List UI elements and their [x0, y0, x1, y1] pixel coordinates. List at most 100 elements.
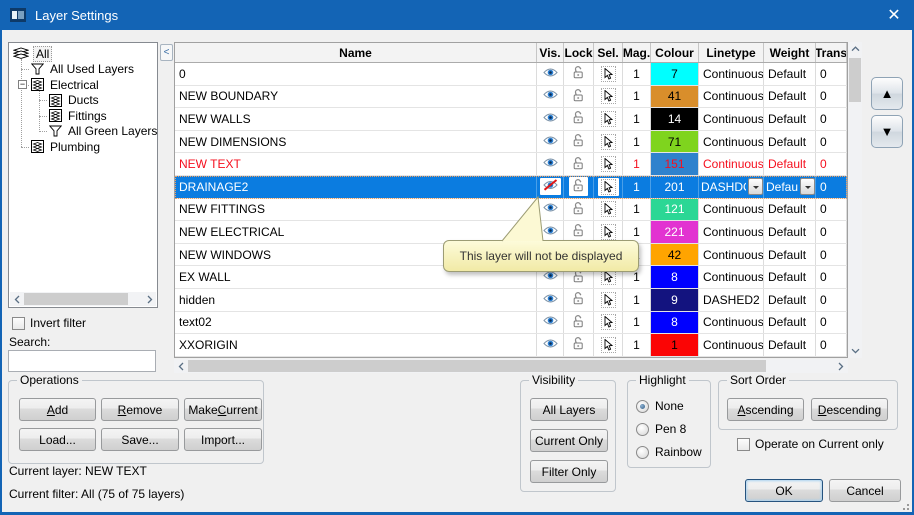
layer-name-cell[interactable]: NEW FITTINGS: [175, 199, 537, 221]
colour-swatch[interactable]: 42: [651, 244, 698, 266]
ok-button[interactable]: OK: [745, 479, 823, 502]
weight-cell[interactable]: Default: [764, 153, 816, 175]
visibility-cell[interactable]: [537, 63, 564, 85]
colour-swatch[interactable]: 8: [651, 312, 698, 334]
tree-expander-icon[interactable]: −: [18, 80, 27, 89]
cursor-icon[interactable]: [601, 111, 616, 127]
colour-cell[interactable]: 1: [651, 334, 699, 356]
selectable-cell[interactable]: [594, 312, 623, 334]
table-horizontal-scrollbar[interactable]: [174, 359, 848, 373]
column-header-name[interactable]: Name: [175, 43, 537, 62]
eye-icon[interactable]: [543, 315, 558, 329]
add-button[interactable]: Add: [19, 398, 96, 421]
layer-name-cell[interactable]: NEW WALLS: [175, 108, 537, 130]
radio-icon[interactable]: [636, 423, 649, 436]
colour-cell[interactable]: 42: [651, 244, 699, 266]
highlight-option-rainbow[interactable]: Rainbow: [636, 445, 702, 459]
table-header[interactable]: NameVis.LockSel.Mag.ColourLinetypeWeight…: [175, 43, 847, 63]
weight-cell[interactable]: Default: [764, 63, 816, 85]
scroll-left-icon[interactable]: [10, 292, 23, 306]
tree-item-ducts[interactable]: Ducts: [9, 93, 157, 109]
eye-icon[interactable]: [543, 293, 558, 307]
transparency-cell[interactable]: 0: [816, 131, 847, 153]
eye-icon[interactable]: [543, 157, 558, 171]
lock-open-icon[interactable]: [572, 201, 585, 218]
visibility-cell[interactable]: [537, 86, 564, 108]
linetype-cell[interactable]: Continuous: [699, 244, 764, 266]
magnitude-cell[interactable]: 1: [623, 108, 651, 130]
highlight-option-pen-8[interactable]: Pen 8: [636, 422, 702, 436]
layer-name-cell[interactable]: text02: [175, 312, 537, 334]
colour-swatch[interactable]: 151: [651, 153, 698, 175]
scrollbar-thumb[interactable]: [24, 293, 128, 305]
scrollbar-thumb[interactable]: [849, 58, 861, 102]
selectable-cell[interactable]: [594, 176, 623, 198]
column-header-trans[interactable]: Trans: [816, 43, 847, 62]
transparency-cell[interactable]: 0: [816, 221, 847, 243]
cursor-icon[interactable]: [601, 337, 616, 353]
visibility-cell[interactable]: [537, 334, 564, 356]
checkbox-icon[interactable]: [737, 438, 750, 451]
weight-dropdown-icon[interactable]: [800, 178, 815, 195]
lock-open-icon[interactable]: [572, 133, 585, 150]
transparency-cell[interactable]: 0: [816, 244, 847, 266]
transparency-cell[interactable]: 0: [816, 63, 847, 85]
column-header-sel[interactable]: Sel.: [594, 43, 623, 62]
eye-icon[interactable]: [543, 270, 558, 284]
colour-swatch[interactable]: 14: [651, 108, 698, 130]
magnitude-cell[interactable]: 1: [623, 153, 651, 175]
cursor-icon[interactable]: [601, 292, 616, 308]
weight-cell[interactable]: Default: [764, 289, 816, 311]
linetype-cell[interactable]: Continuous: [699, 86, 764, 108]
ascending-button[interactable]: Ascending: [727, 398, 804, 421]
eye-icon[interactable]: [543, 67, 558, 81]
colour-swatch[interactable]: 201: [651, 176, 698, 198]
transparency-cell[interactable]: 0: [816, 334, 847, 356]
transparency-cell[interactable]: 0: [816, 199, 847, 221]
tree-horizontal-scrollbar[interactable]: [10, 292, 156, 306]
visibility-cell[interactable]: [537, 153, 564, 175]
lock-open-icon[interactable]: [572, 110, 585, 127]
linetype-cell[interactable]: Continuous: [699, 131, 764, 153]
tree-item-all-green-layers[interactable]: All Green Layers: [9, 124, 157, 140]
column-header-mag[interactable]: Mag.: [623, 43, 651, 62]
linetype-cell[interactable]: Continuous: [699, 63, 764, 85]
colour-swatch[interactable]: 8: [651, 266, 698, 288]
lock-cell[interactable]: [564, 63, 594, 85]
eye-icon[interactable]: [543, 112, 558, 126]
scroll-down-icon[interactable]: [848, 344, 862, 358]
magnitude-cell[interactable]: 1: [623, 131, 651, 153]
column-header-colour[interactable]: Colour: [651, 43, 699, 62]
table-vertical-scrollbar[interactable]: [848, 42, 862, 358]
table-row[interactable]: NEW WALLS114ContinuousDefault0: [175, 108, 847, 131]
eye-icon[interactable]: [543, 135, 558, 149]
scroll-left-icon[interactable]: [174, 359, 188, 373]
magnitude-cell[interactable]: 1: [623, 334, 651, 356]
transparency-cell[interactable]: 0: [816, 153, 847, 175]
selectable-cell[interactable]: [594, 289, 623, 311]
colour-swatch[interactable]: 221: [651, 221, 698, 243]
resize-grip[interactable]: [901, 502, 910, 511]
lock-cell[interactable]: [564, 334, 594, 356]
tree-item-all-used-layers[interactable]: All Used Layers: [9, 62, 157, 78]
table-row[interactable]: NEW TEXT1151ContinuousDefault0: [175, 153, 847, 176]
linetype-cell[interactable]: Continuous: [699, 312, 764, 334]
weight-cell[interactable]: Default: [764, 312, 816, 334]
layer-name-cell[interactable]: NEW TEXT: [175, 153, 537, 175]
selectable-cell[interactable]: [594, 108, 623, 130]
colour-cell[interactable]: 8: [651, 312, 699, 334]
weight-cell[interactable]: Default: [764, 176, 816, 198]
eye-off-icon[interactable]: [540, 178, 561, 195]
lock-open-icon[interactable]: [572, 88, 585, 105]
magnitude-cell[interactable]: 1: [623, 289, 651, 311]
lock-cell[interactable]: [564, 312, 594, 334]
cursor-icon[interactable]: [601, 134, 616, 150]
magnitude-cell[interactable]: 1: [623, 312, 651, 334]
move-up-button[interactable]: ▲: [871, 77, 903, 110]
lock-open-icon[interactable]: [572, 336, 585, 353]
lock-cell[interactable]: [564, 131, 594, 153]
colour-cell[interactable]: 71: [651, 131, 699, 153]
magnitude-cell[interactable]: 1: [623, 63, 651, 85]
cursor-icon[interactable]: [601, 88, 616, 104]
selectable-cell[interactable]: [594, 63, 623, 85]
